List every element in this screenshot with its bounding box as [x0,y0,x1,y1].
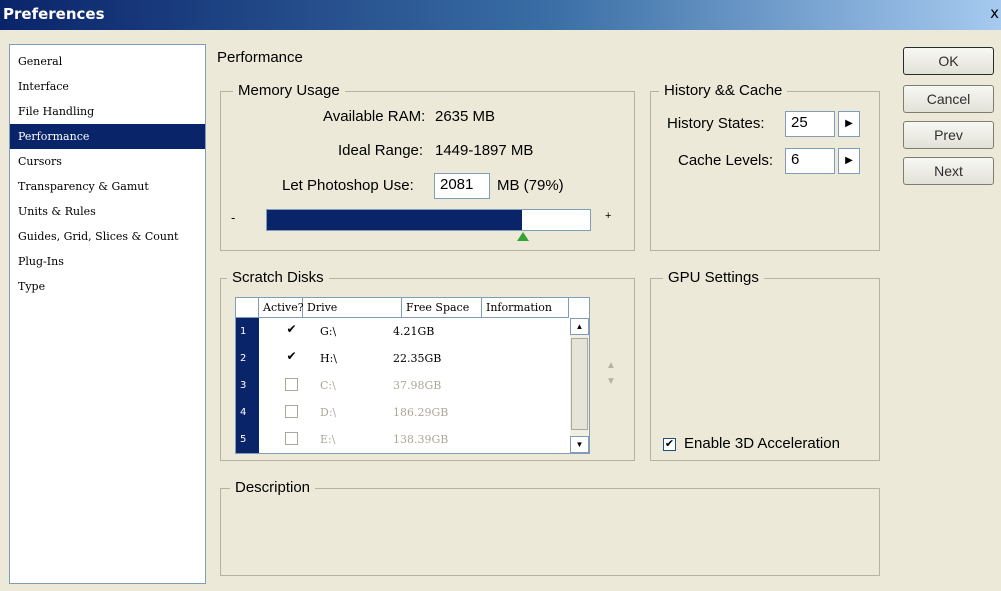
memory-usage-group: Memory Usage Available RAM: 2635 MB Idea… [220,82,635,251]
enable-3d-checkbox[interactable]: ✔ [663,438,676,451]
drive-cell: H:\ [320,352,338,365]
description-legend: Description [230,479,316,496]
table-corner-header [236,298,259,318]
free-space-cell: 37.98GB [393,379,442,392]
free-space-cell: 186.29GB [393,406,449,419]
column-header-information: Information [482,298,569,318]
sidebar-item-file-handling[interactable]: File Handling [10,99,205,124]
history-states-input[interactable]: 25 [785,111,835,137]
enable-3d-label[interactable]: Enable 3D Acceleration [684,435,840,452]
cache-levels-label: Cache Levels: [678,152,774,169]
description-group: Description [220,479,880,576]
sidebar-item-guides-grid-slices[interactable]: Guides, Grid, Slices & Count [10,224,205,249]
sidebar-item-type[interactable]: Type [10,274,205,299]
slider-minus-icon: - [231,210,236,225]
gpu-settings-group: GPU Settings [650,269,880,461]
row-number: 5 [236,426,259,453]
next-button[interactable]: Next [903,157,994,185]
ideal-range-value: 1449-1897 MB [435,142,534,159]
drive-cell: G:\ [320,325,337,338]
sidebar-item-general[interactable]: General [10,49,205,74]
row-number: 3 [236,372,259,399]
drive-cell: C:\ [320,379,336,392]
free-space-cell: 22.35GB [393,352,442,365]
table-row[interactable]: 2 ✔ H:\ 22.35GB [236,345,589,372]
table-row[interactable]: 1 ✔ G:\ 4.21GB [236,318,589,345]
row-number: 1 [236,318,259,345]
active-checkbox[interactable] [285,432,298,445]
prev-button[interactable]: Prev [903,121,994,149]
memory-usage-input[interactable]: 2081 [434,173,490,199]
memory-usage-legend: Memory Usage [233,82,345,99]
move-down-icon[interactable]: ▼ [606,376,616,387]
drive-cell: E:\ [320,433,336,446]
scroll-down-icon[interactable]: ▼ [570,436,589,453]
row-number: 4 [236,399,259,426]
column-header-active: Active? [259,298,304,318]
history-cache-group: History && Cache History States: 25 ▶ Ca… [650,82,880,251]
table-scrollbar[interactable]: ▲ ▼ [570,318,589,453]
window-title: Preferences [3,5,105,23]
sidebar-item-units-rules[interactable]: Units & Rules [10,199,205,224]
scrollbar-thumb[interactable] [571,338,588,430]
memory-slider[interactable] [266,209,591,231]
category-list: General Interface File Handling Performa… [9,44,206,584]
drive-cell: D:\ [320,406,337,419]
scratch-disks-table: Active? Drive Free Space Information 1 ✔… [235,297,590,454]
close-icon[interactable]: x [990,6,999,21]
active-checkbox[interactable]: ✔ [285,323,298,337]
cache-levels-input[interactable]: 6 [785,148,835,174]
sidebar-item-performance[interactable]: Performance [10,124,205,149]
ideal-range-label: Ideal Range: [338,142,424,159]
free-space-cell: 4.21GB [393,325,435,338]
memory-slider-thumb[interactable] [517,232,529,241]
active-checkbox[interactable] [285,405,298,418]
table-row[interactable]: 5 E:\ 138.39GB [236,426,589,453]
slider-plus-icon: + [605,210,612,222]
available-ram-label: Available RAM: [323,108,426,125]
table-row[interactable]: 3 C:\ 37.98GB [236,372,589,399]
active-checkbox[interactable] [285,378,298,391]
page-title: Performance [217,49,303,66]
sidebar-item-interface[interactable]: Interface [10,74,205,99]
sidebar-item-plug-ins[interactable]: Plug-Ins [10,249,205,274]
available-ram-value: 2635 MB [435,108,496,125]
ok-button[interactable]: OK [903,47,994,75]
let-photoshop-use-label: Let Photoshop Use: [282,177,414,194]
scroll-up-icon[interactable]: ▲ [570,318,589,335]
history-cache-legend: History && Cache [659,82,788,99]
column-header-free-space: Free Space [402,298,482,318]
title-bar: Preferences x [0,0,1001,30]
cache-levels-arrow-icon[interactable]: ▶ [838,148,860,174]
sidebar-item-cursors[interactable]: Cursors [10,149,205,174]
active-checkbox[interactable]: ✔ [285,350,298,364]
scratch-disks-legend: Scratch Disks [227,269,329,286]
move-up-icon[interactable]: ▲ [606,360,616,371]
free-space-cell: 138.39GB [393,433,449,446]
memory-usage-suffix: MB (79%) [497,177,564,194]
memory-slider-fill [267,210,522,230]
gpu-settings-legend: GPU Settings [663,269,764,286]
history-states-label: History States: [667,115,765,132]
table-row[interactable]: 4 D:\ 186.29GB [236,399,589,426]
row-number: 2 [236,345,259,372]
cancel-button[interactable]: Cancel [903,85,994,113]
history-states-arrow-icon[interactable]: ▶ [838,111,860,137]
sidebar-item-transparency-gamut[interactable]: Transparency & Gamut [10,174,205,199]
column-header-drive: Drive [303,298,402,318]
